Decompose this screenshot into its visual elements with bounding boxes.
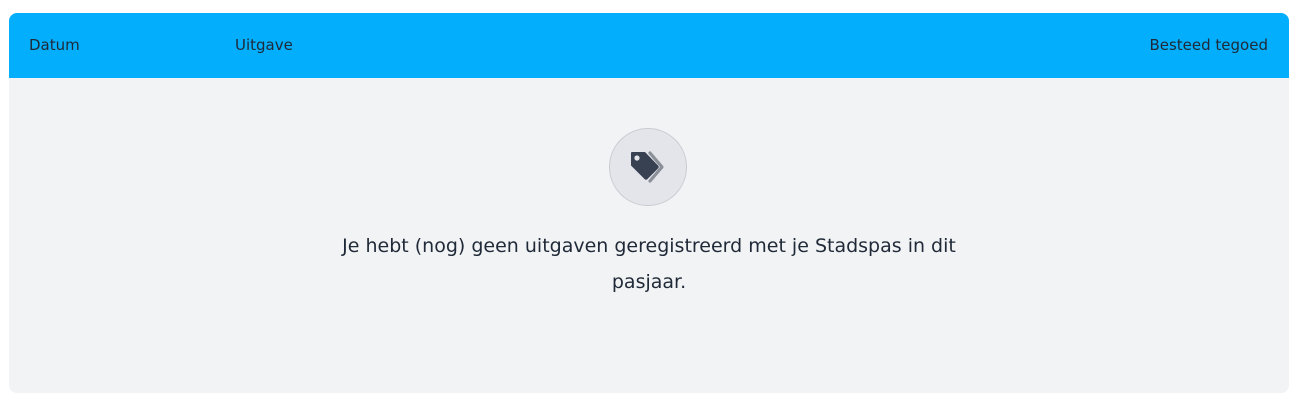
column-header-expense: Uitgave xyxy=(235,36,293,54)
table-header: Datum Uitgave Besteed tegoed xyxy=(9,13,1289,78)
column-header-date: Datum xyxy=(29,36,80,54)
empty-state: Je hebt (nog) geen uitgaven geregistreer… xyxy=(9,78,1289,393)
price-tags-icon xyxy=(609,128,687,206)
empty-state-message: Je hebt (nog) geen uitgaven geregistreer… xyxy=(342,235,956,293)
column-header-spent-credit: Besteed tegoed xyxy=(1149,36,1268,54)
expenses-table: Datum Uitgave Besteed tegoed Je hebt (no… xyxy=(9,13,1289,393)
